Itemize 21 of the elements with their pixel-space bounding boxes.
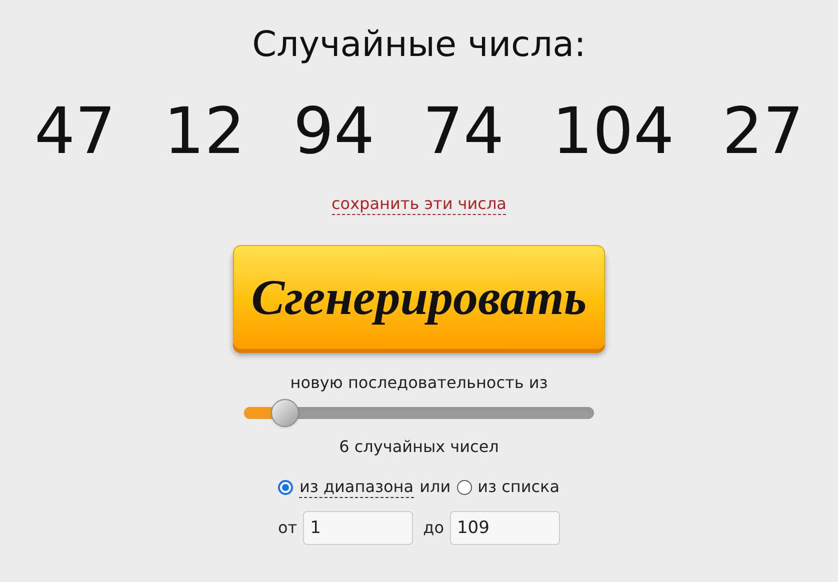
random-number: 47 <box>34 94 116 171</box>
random-number: 104 <box>552 94 674 171</box>
save-link[interactable]: сохранить эти числа <box>332 194 506 215</box>
to-field[interactable]: 109 <box>450 511 560 545</box>
sequence-label: новую последовательность из <box>290 372 548 394</box>
from-label: от <box>278 517 298 539</box>
random-number: 12 <box>164 94 246 171</box>
slider-thumb[interactable] <box>271 399 299 427</box>
count-label: 6 случайных чисел <box>339 436 499 458</box>
random-number: 94 <box>293 94 375 171</box>
radio-label[interactable]: из диапазона <box>299 476 414 498</box>
page-title: Случайные числа: <box>252 24 586 67</box>
radio-label[interactable]: из списка <box>478 477 560 497</box>
separator-text: или <box>420 476 451 498</box>
random-number: 27 <box>722 94 804 171</box>
radio-button[interactable] <box>278 480 294 494</box>
random-number: 74 <box>422 94 504 171</box>
slider-track[interactable] <box>244 407 594 419</box>
radio-button[interactable] <box>456 480 472 494</box>
to-label: до <box>423 517 444 539</box>
from-field[interactable]: 1 <box>303 511 414 545</box>
